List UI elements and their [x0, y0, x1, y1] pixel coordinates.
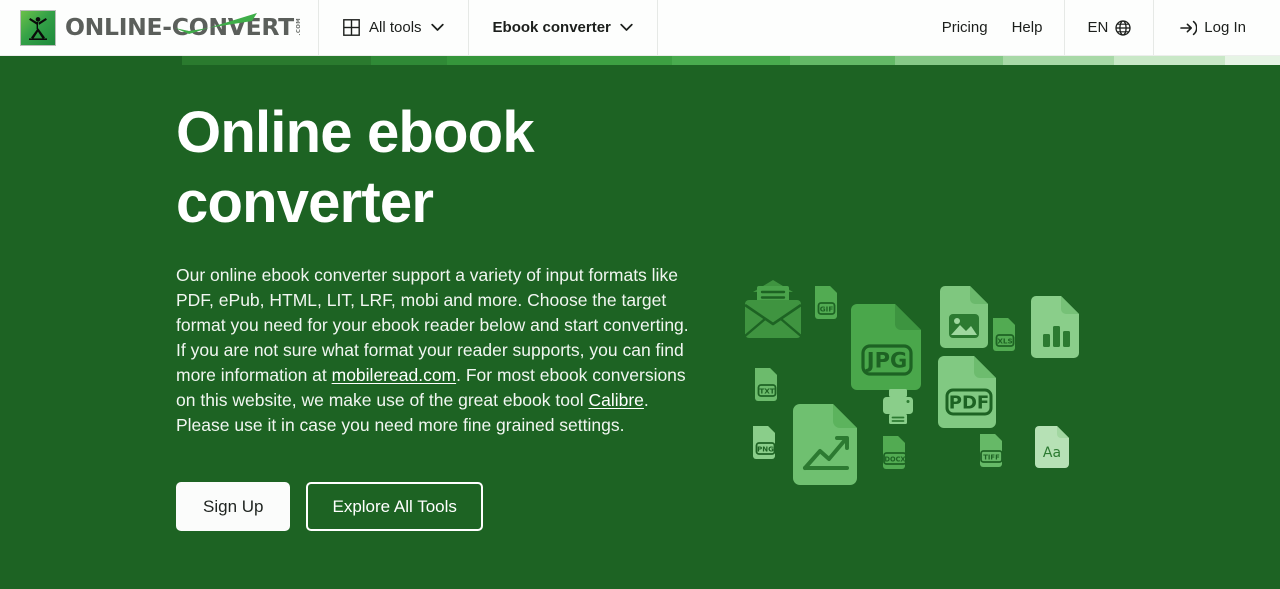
hero-copy: Online ebook converter Our online ebook …	[176, 98, 706, 531]
link-calibre[interactable]: Calibre	[588, 390, 643, 410]
login-arrow-icon	[1180, 20, 1198, 36]
file-format-icons-illustration: GIF JPG XLS TXT PDF PNG DOCX TIFF Aa	[735, 274, 1085, 489]
chevron-down-icon	[430, 23, 444, 32]
svg-text:PDF: PDF	[949, 393, 989, 414]
printer-icon	[883, 389, 913, 424]
site-logo[interactable]: ONLINE- CONVERT .COM	[20, 9, 303, 46]
file-pdf-icon: PDF	[938, 356, 996, 428]
logo-dotcom: .COM	[295, 18, 302, 36]
envelope-icon	[743, 280, 803, 338]
nav-ebook-converter[interactable]: Ebook converter	[469, 0, 657, 55]
hero-content: Online ebook converter Our online ebook …	[0, 56, 1280, 589]
file-txt-icon: TXT	[755, 368, 777, 401]
header-spacer	[658, 0, 942, 55]
svg-text:PNG: PNG	[757, 445, 774, 453]
file-font-icon: Aa	[1035, 426, 1069, 468]
logo-word-convert: CONVERT	[171, 12, 294, 41]
chevron-down-icon	[620, 23, 633, 32]
svg-text:TIFF: TIFF	[983, 453, 1000, 461]
logo-wordmark: ONLINE- CONVERT .COM	[65, 12, 303, 41]
svg-text:DOCX: DOCX	[884, 455, 905, 463]
file-jpg-icon: JPG	[851, 304, 921, 390]
svg-text:TXT: TXT	[759, 386, 774, 395]
logo-area[interactable]: ONLINE- CONVERT .COM	[0, 0, 318, 55]
page-title: Online ebook converter	[176, 100, 535, 235]
svg-text:Aa: Aa	[1043, 445, 1061, 461]
file-docx-icon: DOCX	[883, 436, 907, 469]
link-pricing[interactable]: Pricing	[942, 19, 988, 36]
hero-actions: Sign Up Explore All Tools	[176, 482, 706, 531]
file-chart-bar-icon	[1031, 296, 1079, 358]
link-mobileread[interactable]: mobileread.com	[332, 365, 457, 385]
globe-icon	[1115, 19, 1131, 36]
hero-section: Online ebook converter Our online ebook …	[0, 56, 1280, 589]
hero-description: Our online ebook converter support a var…	[176, 263, 698, 438]
nav-ebook-converter-label: Ebook converter	[492, 19, 611, 36]
header-links: Pricing Help	[942, 0, 1065, 55]
svg-text:XLS: XLS	[997, 336, 1012, 345]
language-selector[interactable]: EN	[1065, 0, 1153, 55]
explore-all-tools-button[interactable]: Explore All Tools	[306, 482, 483, 531]
logo-word-online: ONLINE-	[65, 12, 172, 41]
grid-icon	[343, 19, 360, 36]
language-label: EN	[1087, 19, 1109, 36]
runner-icon	[20, 9, 56, 46]
svg-text:JPG: JPG	[865, 349, 907, 373]
file-png-icon: PNG	[753, 426, 776, 459]
svg-text:GIF: GIF	[820, 304, 834, 313]
file-chart-line-icon	[793, 404, 857, 485]
nav-all-tools-label: All tools	[369, 19, 422, 36]
login-label: Log In	[1204, 19, 1246, 36]
link-help[interactable]: Help	[1012, 19, 1043, 36]
file-tiff-icon: TIFF	[980, 434, 1003, 467]
file-gif-icon: GIF	[815, 286, 837, 319]
file-image-icon	[940, 286, 988, 348]
login-button[interactable]: Log In	[1154, 0, 1280, 55]
sign-up-button[interactable]: Sign Up	[176, 482, 291, 531]
site-header: ONLINE- CONVERT .COM All tools Ebook con…	[0, 0, 1280, 56]
nav-all-tools[interactable]: All tools	[319, 0, 468, 55]
file-xls-icon: XLS	[993, 318, 1015, 351]
